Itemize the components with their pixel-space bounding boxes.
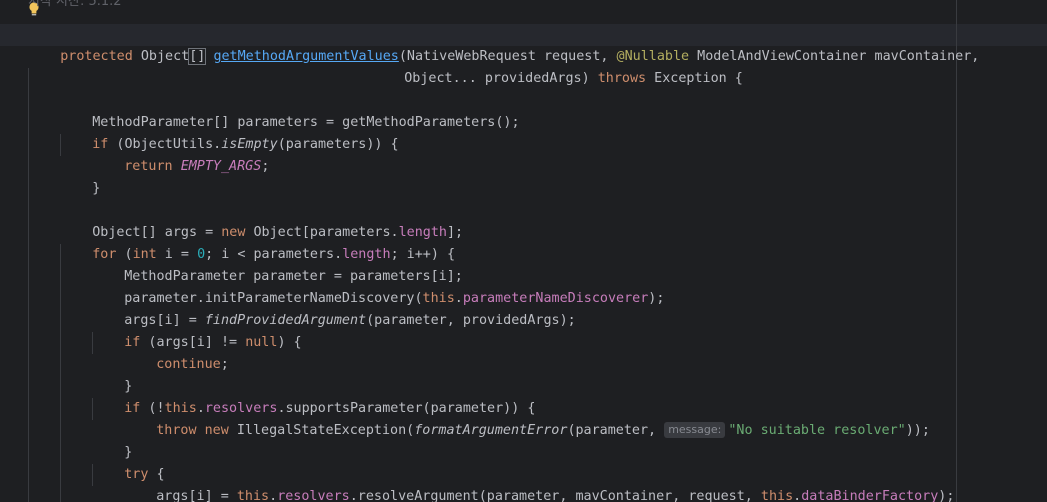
code-line[interactable]: parameter.initParameterNameDiscovery(thi… bbox=[92, 266, 664, 306]
keyword-token: null bbox=[245, 335, 278, 350]
indent-guide bbox=[28, 68, 29, 502]
right-margin-guide bbox=[956, 0, 957, 502]
code-token: . bbox=[269, 489, 278, 502]
code-token: args[i] = bbox=[156, 489, 237, 502]
code-token: Exception { bbox=[646, 71, 743, 86]
code-token: ); bbox=[938, 489, 955, 502]
code-line[interactable]: if (args[i] != null) { bbox=[92, 310, 301, 350]
code-line[interactable]: } bbox=[92, 420, 132, 460]
keyword-token: throw bbox=[156, 423, 197, 438]
code-line[interactable]: throw new IllegalStateException(formatAr… bbox=[124, 398, 930, 438]
parameter-inlay-hint: message: bbox=[664, 422, 726, 438]
code-line[interactable]: try { bbox=[92, 442, 164, 482]
code-line[interactable]: MethodParameter[] parameters = getMethod… bbox=[60, 90, 519, 130]
code-token: (parameter, providedArgs); bbox=[366, 313, 576, 328]
keyword-token: new bbox=[204, 423, 229, 438]
code-token: ) { bbox=[277, 335, 302, 350]
code-line[interactable]: Object... providedArgs) throws Exception… bbox=[372, 46, 743, 86]
code-line[interactable]: Object[] args = new Object[parameters.le… bbox=[60, 200, 463, 240]
code-line[interactable]: } bbox=[92, 354, 132, 394]
code-line[interactable]: continue; bbox=[124, 332, 229, 372]
string-token: "No suitable resolver" bbox=[728, 423, 906, 438]
code-line[interactable]: args[i] = this.resolvers.resolveArgument… bbox=[124, 464, 954, 502]
code-token: ; bbox=[261, 159, 270, 174]
code-editor[interactable]: 지작 시잔: 5.1.2 protected Object[] getMetho… bbox=[0, 0, 1047, 502]
keyword-token: this bbox=[760, 489, 794, 502]
code-line[interactable]: } bbox=[92, 486, 132, 502]
code-token: (parameters)) { bbox=[277, 137, 399, 152]
code-line[interactable]: return EMPTY_ARGS; bbox=[92, 134, 269, 174]
field-token: dataBinderFactory bbox=[801, 489, 939, 502]
code-token: Object bbox=[132, 49, 190, 64]
code-token: . bbox=[793, 489, 802, 502]
code-token: ; bbox=[220, 357, 229, 372]
code-token: )); bbox=[905, 423, 930, 438]
keyword-token: continue bbox=[156, 357, 221, 372]
keyword-token: protected bbox=[60, 49, 133, 64]
matched-bracket-token: [] bbox=[188, 48, 207, 65]
keyword-token: this bbox=[236, 489, 270, 502]
code-line[interactable]: protected Object[] getMethodArgumentValu… bbox=[28, 24, 979, 65]
code-line[interactable]: MethodParameter parameter = parameters[i… bbox=[92, 244, 463, 284]
code-line[interactable]: } bbox=[60, 156, 100, 196]
code-token: } bbox=[92, 181, 101, 196]
code-token: Object... providedArgs) bbox=[404, 71, 598, 86]
since-version-annotation: 지작 시잔: 5.1.2 bbox=[28, 0, 122, 9]
keyword-token: throws bbox=[597, 71, 647, 86]
code-line[interactable]: if (!this.resolvers.supportsParameter(pa… bbox=[92, 376, 535, 416]
code-token: .resolveArgument(parameter, mavContainer… bbox=[349, 489, 761, 502]
code-line[interactable]: if (ObjectUtils.isEmpty(parameters)) { bbox=[60, 112, 398, 152]
code-token: ); bbox=[648, 291, 665, 306]
code-line[interactable]: args[i] = findProvidedArgument(parameter… bbox=[92, 288, 575, 328]
static-method-token: formatArgumentError bbox=[414, 423, 568, 438]
code-token: (parameter, bbox=[567, 423, 665, 438]
field-token: resolvers bbox=[277, 489, 350, 502]
keyword-token: return bbox=[124, 159, 173, 174]
code-line[interactable]: for (int i = 0; i < parameters.length; i… bbox=[60, 222, 455, 262]
constant-token: EMPTY_ARGS bbox=[180, 159, 262, 174]
code-token: IllegalStateException( bbox=[228, 423, 415, 438]
